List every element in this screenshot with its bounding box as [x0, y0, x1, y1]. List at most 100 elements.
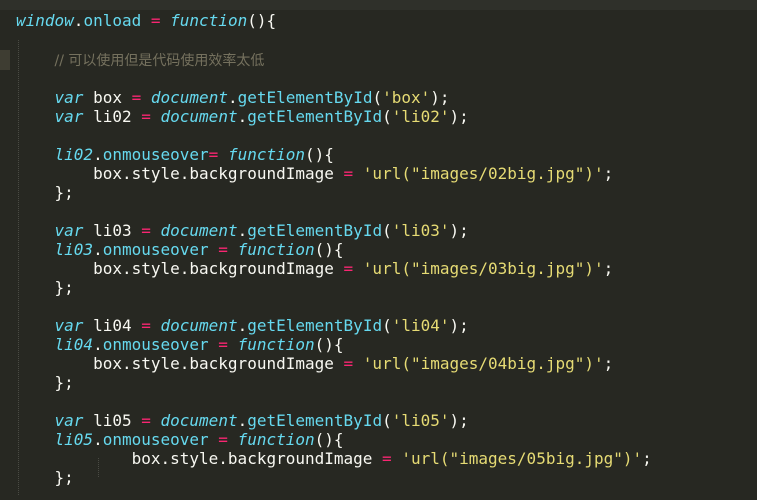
- code-token: 'li02': [391, 107, 450, 126]
- code-token: .: [93, 430, 103, 449]
- code-token: box.style.backgroundImage: [16, 354, 344, 373]
- code-token: };: [16, 278, 74, 297]
- code-token: var: [54, 88, 84, 107]
- code-line[interactable]: li02.onmouseover= function(){: [16, 145, 334, 164]
- code-token: =: [208, 240, 238, 259]
- code-line[interactable]: var li04 = document.getElementById('li04…: [16, 316, 469, 335]
- code-line[interactable]: };: [16, 183, 74, 202]
- code-token: .: [73, 11, 84, 30]
- code-editor[interactable]: window.onload = function(){ // 可以使用但是代码使…: [0, 0, 757, 500]
- code-token: =: [343, 354, 354, 373]
- code-token: };: [16, 373, 74, 392]
- code-token: =: [141, 11, 171, 30]
- code-token: );: [449, 221, 469, 240]
- code-line[interactable]: };: [16, 468, 74, 487]
- code-token: window: [16, 11, 74, 30]
- code-line[interactable]: box.style.backgroundImage = 'url("images…: [16, 449, 652, 468]
- code-token: li02: [54, 145, 94, 164]
- code-token: .: [237, 316, 248, 335]
- code-line[interactable]: };: [16, 373, 74, 392]
- code-token: .: [237, 107, 248, 126]
- code-token: function: [227, 145, 306, 164]
- code-line[interactable]: var li03 = document.getElementById('li03…: [16, 221, 469, 240]
- code-token: function: [237, 430, 315, 449]
- code-token: 'url("images/04big.jpg")': [362, 354, 604, 373]
- code-line[interactable]: box.style.backgroundImage = 'url("images…: [16, 259, 613, 278]
- code-token: ;: [603, 259, 614, 278]
- code-token: =: [343, 259, 354, 278]
- code-token: };: [16, 468, 74, 487]
- code-token: function: [237, 240, 315, 259]
- code-token: =: [208, 335, 238, 354]
- code-token: =: [382, 449, 392, 468]
- code-token: (){: [314, 240, 344, 259]
- code-token: =: [131, 88, 142, 107]
- code-token: (: [382, 411, 392, 430]
- code-token: ;: [603, 354, 614, 373]
- code-token: ;: [603, 164, 614, 183]
- code-token: .: [93, 335, 103, 354]
- code-line[interactable]: var box = document.getElementById('box')…: [16, 88, 450, 107]
- code-token: li03: [54, 240, 94, 259]
- code-token: (: [382, 107, 392, 126]
- code-token: // 可以使用但是代码使用效率太低: [54, 53, 265, 69]
- code-token: );: [449, 411, 469, 430]
- code-token: .: [237, 411, 248, 430]
- code-line[interactable]: var li02 = document.getElementById('li02…: [16, 107, 469, 126]
- code-line[interactable]: li03.onmouseover = function(){: [16, 240, 344, 259]
- code-token: li04: [83, 316, 142, 335]
- code-token: box.style.backgroundImage: [16, 449, 383, 468]
- code-token: document: [160, 411, 238, 430]
- code-line[interactable]: // 可以使用但是代码使用效率太低: [16, 50, 265, 69]
- code-token: li03: [83, 221, 142, 240]
- code-token: (: [382, 221, 392, 240]
- code-token: function: [237, 335, 315, 354]
- code-token: 'li04': [391, 316, 450, 335]
- code-token: };: [16, 183, 74, 202]
- code-token: 'url("images/03big.jpg")': [362, 259, 604, 278]
- code-line[interactable]: };: [16, 278, 74, 297]
- code-token: var: [54, 221, 84, 240]
- code-token: box.style.backgroundImage: [16, 164, 344, 183]
- code-token: onmouseover: [102, 430, 209, 449]
- code-token: 'li05': [391, 411, 450, 430]
- code-token: function: [170, 11, 248, 30]
- code-token: 'url("images/02big.jpg")': [362, 164, 604, 183]
- code-token: );: [449, 316, 469, 335]
- code-line[interactable]: window.onload = function(){: [16, 11, 276, 30]
- code-token: =: [141, 316, 151, 335]
- code-token: li02: [83, 107, 142, 126]
- code-token: =: [141, 411, 151, 430]
- code-line[interactable]: var li05 = document.getElementById('li05…: [16, 411, 469, 430]
- code-line[interactable]: li05.onmouseover = function(){: [16, 430, 344, 449]
- code-token: var: [54, 316, 84, 335]
- code-token: =: [141, 107, 151, 126]
- code-token: .: [227, 88, 238, 107]
- code-token: .: [237, 221, 248, 240]
- code-line[interactable]: box.style.backgroundImage = 'url("images…: [16, 164, 613, 183]
- code-token: getElementById: [247, 411, 383, 430]
- code-token: document: [160, 221, 238, 240]
- code-token: li04: [54, 335, 94, 354]
- code-line[interactable]: li04.onmouseover = function(){: [16, 335, 344, 354]
- code-token: =: [343, 164, 354, 183]
- code-token: (: [382, 316, 392, 335]
- code-line[interactable]: box.style.backgroundImage = 'url("images…: [16, 354, 613, 373]
- code-token: document: [160, 316, 238, 335]
- code-token: getElementById: [247, 316, 383, 335]
